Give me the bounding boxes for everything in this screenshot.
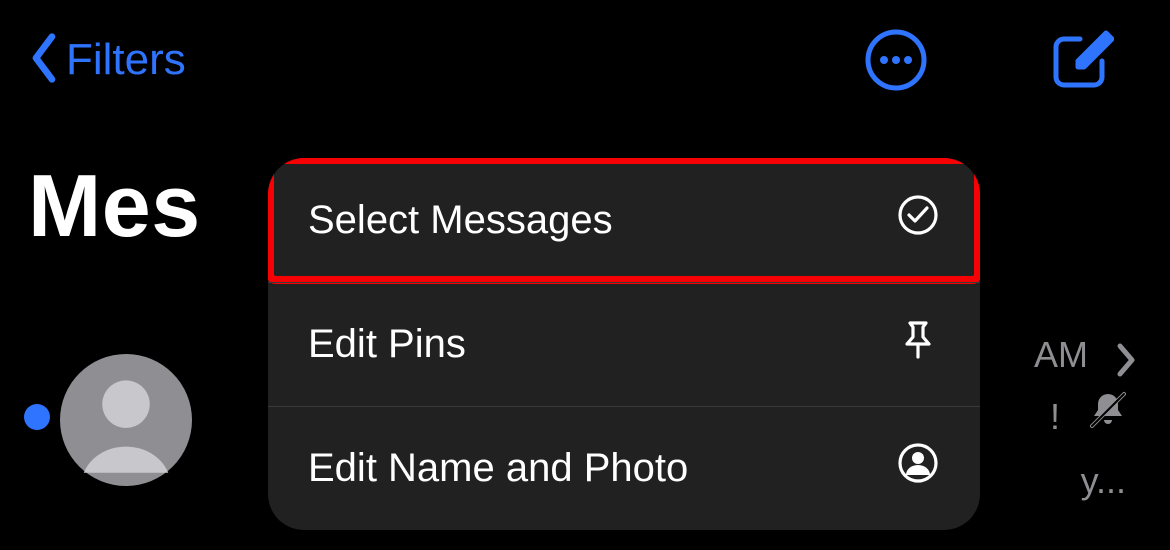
menu-item-edit-name-photo[interactable]: Edit Name and Photo xyxy=(268,406,980,530)
compose-icon xyxy=(1048,27,1114,93)
avatar xyxy=(60,354,192,486)
back-label: Filters xyxy=(66,35,186,85)
menu-item-select-messages[interactable]: Select Messages xyxy=(268,158,980,282)
unread-dot-icon xyxy=(24,404,50,430)
bell-slash-icon xyxy=(1086,388,1130,441)
pin-icon xyxy=(896,317,940,371)
ellipsis-circle-icon xyxy=(864,28,928,92)
checkmark-circle-icon xyxy=(896,193,940,247)
person-silhouette-icon xyxy=(60,473,192,490)
chevron-left-icon xyxy=(28,31,60,90)
nav-right xyxy=(864,27,1170,93)
menu-item-edit-pins[interactable]: Edit Pins xyxy=(268,282,980,406)
row-timestamp: AM xyxy=(1034,334,1088,376)
more-button[interactable] xyxy=(864,28,928,92)
chevron-right-icon xyxy=(1114,342,1138,387)
menu-item-label: Edit Pins xyxy=(308,322,466,367)
compose-button[interactable] xyxy=(1048,27,1114,93)
row-snippet-2: y... xyxy=(1081,460,1126,502)
back-button[interactable]: Filters xyxy=(0,31,186,90)
menu-item-label: Select Messages xyxy=(308,198,613,243)
nav-bar: Filters xyxy=(0,0,1170,120)
row-snippet-1: ! xyxy=(1050,396,1060,438)
page-title: Mes xyxy=(28,155,201,257)
person-circle-icon xyxy=(896,441,940,495)
row-meta: AM ! y... xyxy=(958,330,1148,500)
context-menu: Select Messages Edit Pins Edit Name and … xyxy=(268,158,980,530)
menu-item-label: Edit Name and Photo xyxy=(308,446,688,491)
